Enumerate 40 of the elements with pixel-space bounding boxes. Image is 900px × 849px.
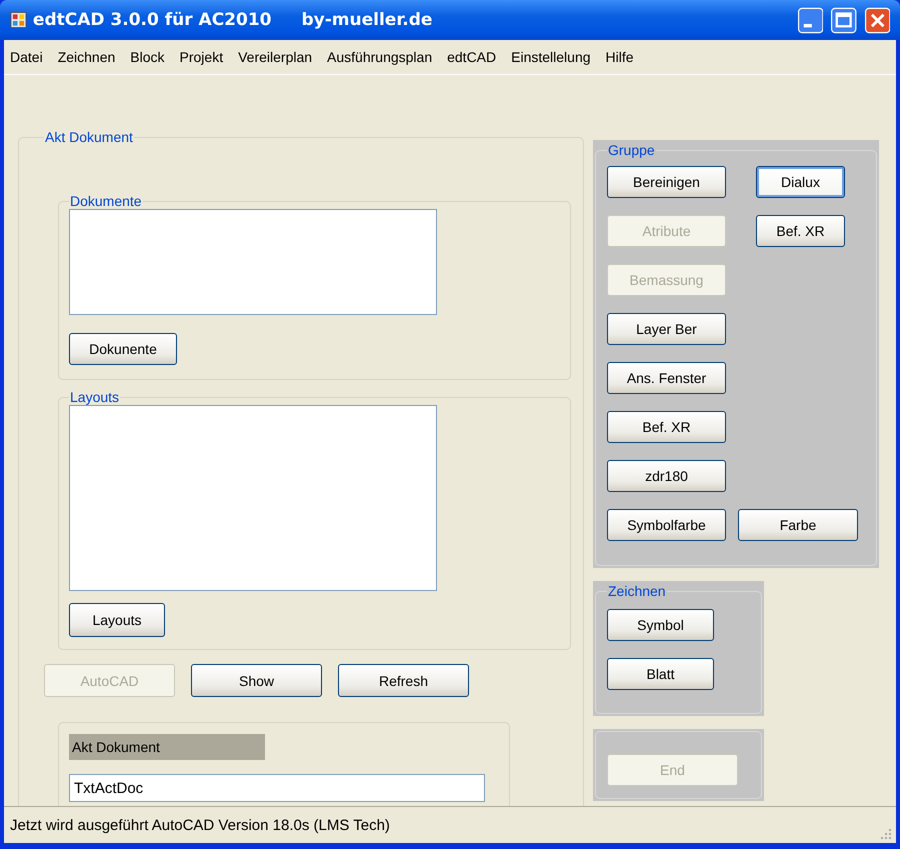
button[interactable]: Symbolfarbe <box>607 509 726 541</box>
menu-item[interactable]: Vereilerplan <box>238 49 312 65</box>
menu-item[interactable]: Einstellelung <box>511 49 591 65</box>
button[interactable]: Layer Ber <box>607 313 726 345</box>
menu-item[interactable]: Ausführungsplan <box>327 49 432 65</box>
button[interactable]: Dialux <box>756 166 845 198</box>
button[interactable]: Farbe <box>738 509 858 541</box>
button[interactable]: Bef. XR <box>756 215 845 247</box>
window-title: edtCAD 3.0.0 für AC2010 <box>32 10 272 30</box>
button[interactable]: Show <box>191 664 322 697</box>
list-box[interactable] <box>69 209 437 315</box>
button[interactable]: Refresh <box>338 664 469 697</box>
button[interactable]: Symbol <box>607 609 714 641</box>
button[interactable]: Dokunente <box>69 333 177 365</box>
status-text: Jetzt wird ausgeführt AutoCAD Version 18.0s (LMS Tech) <box>10 816 390 834</box>
maximize-icon[interactable] <box>831 6 857 34</box>
group-title: Layouts <box>69 389 120 405</box>
button[interactable]: Bereinigen <box>607 166 726 198</box>
menu-item[interactable]: Hilfe <box>606 49 634 65</box>
field-label: Akt Dokument <box>69 734 265 760</box>
text-field[interactable]: TxtActDoc <box>69 774 485 802</box>
menu-item[interactable]: Projekt <box>180 49 224 65</box>
group-title: Dokumente <box>69 193 143 209</box>
button[interactable]: Blatt <box>607 658 714 690</box>
window-subtitle: by-mueller.de <box>300 10 434 30</box>
minimize-icon[interactable] <box>798 6 824 34</box>
button[interactable]: zdr180 <box>607 460 726 492</box>
close-icon[interactable] <box>864 6 890 34</box>
menu-item[interactable]: Block <box>130 49 165 65</box>
button[interactable]: Ans. Fenster <box>607 362 726 394</box>
menu-item[interactable]: Datei <box>10 49 43 65</box>
menu-item[interactable]: edtCAD <box>447 49 496 65</box>
resize-grip-icon[interactable] <box>880 828 892 840</box>
group-title: Akt Dokument <box>44 129 134 145</box>
app-icon <box>10 11 27 29</box>
group-title: Zeichnen <box>607 583 667 599</box>
button[interactable]: Bef. XR <box>607 411 726 443</box>
menu-item[interactable]: Zeichnen <box>58 49 116 65</box>
button[interactable]: Layouts <box>69 603 165 637</box>
group-title: Gruppe <box>607 142 656 158</box>
